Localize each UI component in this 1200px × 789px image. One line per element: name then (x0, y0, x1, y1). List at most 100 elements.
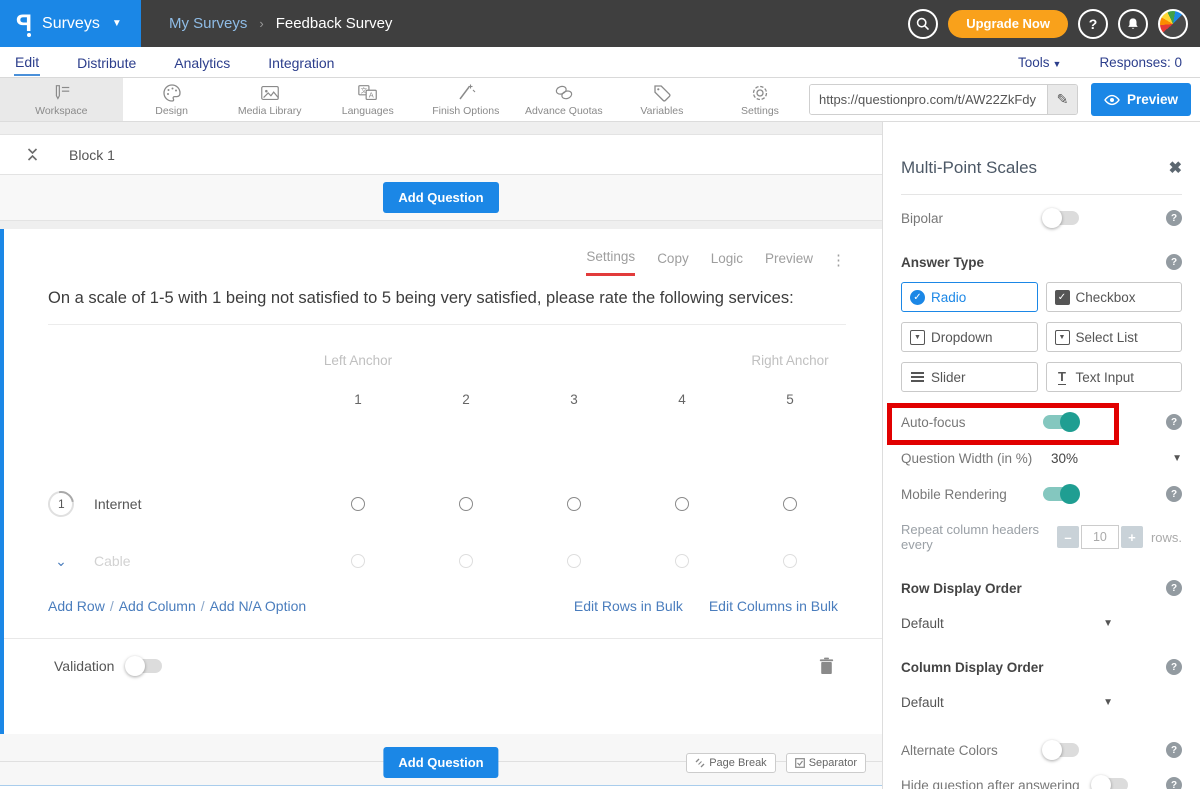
add-question-strip: Add Question (0, 175, 882, 221)
radio-icon[interactable] (351, 554, 365, 568)
edit-columns-in-bulk-link[interactable]: Edit Columns in Bulk (709, 598, 838, 614)
chevron-down-icon: ▼ (112, 18, 122, 29)
help-icon[interactable]: ? (1166, 254, 1182, 270)
radio-icon[interactable] (459, 497, 473, 511)
product-name: Surveys (42, 15, 100, 33)
column-display-order-select[interactable]: Default ▼ (901, 695, 1113, 710)
toolbar-item-media-library[interactable]: Media Library (221, 78, 319, 121)
alternate-colors-toggle[interactable] (1043, 743, 1079, 757)
row-display-order-select[interactable]: Default ▼ (901, 616, 1113, 631)
tools-menu[interactable]: Tools▼ (1018, 55, 1061, 70)
column-header[interactable]: 2 (462, 392, 470, 407)
question-width-row[interactable]: Question Width (in %) 30% ▼ (901, 451, 1182, 466)
validation-toggle[interactable] (126, 659, 162, 673)
preview-button[interactable]: Preview (1091, 83, 1191, 116)
column-header[interactable]: 1 (354, 392, 362, 407)
help-button[interactable]: ? (1078, 9, 1108, 39)
toolbar-item-finish-options[interactable]: Finish Options (417, 78, 515, 121)
radio-icon[interactable] (567, 554, 581, 568)
tab-distribute[interactable]: Distribute (76, 50, 137, 75)
toolbar-item-workspace[interactable]: Workspace (0, 78, 123, 121)
eye-icon (1104, 94, 1120, 106)
radio-icon[interactable] (783, 554, 797, 568)
editor-toolbar: Workspace Design Media Library 文A Langua… (0, 78, 1200, 122)
answer-type-select-list[interactable]: ▼Select List (1046, 322, 1183, 352)
upgrade-now-button[interactable]: Upgrade Now (948, 10, 1068, 38)
separator-button[interactable]: Separator (786, 753, 866, 773)
add-question-button-top[interactable]: Add Question (383, 182, 498, 213)
column-header[interactable]: 3 (570, 392, 578, 407)
add-na-option-link[interactable]: Add N/A Option (210, 598, 307, 614)
bipolar-toggle[interactable] (1043, 211, 1079, 225)
chevron-down-icon[interactable]: ⌄ (48, 553, 74, 570)
collapse-block-icon[interactable] (26, 147, 39, 162)
question-tab-settings[interactable]: Settings (586, 249, 635, 276)
tab-edit[interactable]: Edit (14, 49, 40, 76)
block-title[interactable]: Block 1 (69, 147, 115, 163)
help-icon[interactable]: ? (1166, 742, 1182, 758)
help-icon[interactable]: ? (1166, 580, 1182, 596)
decrement-button[interactable]: – (1057, 526, 1079, 548)
answer-type-checkbox[interactable]: ✓Checkbox (1046, 282, 1183, 312)
answer-type-slider[interactable]: Slider (901, 362, 1038, 392)
close-icon[interactable]: ✖ (1169, 158, 1182, 178)
help-icon[interactable]: ? (1166, 210, 1182, 226)
help-icon[interactable]: ? (1166, 659, 1182, 675)
responses-count[interactable]: Responses: 0 (1099, 55, 1182, 70)
edit-rows-in-bulk-link[interactable]: Edit Rows in Bulk (574, 598, 683, 614)
row-label[interactable]: Cable (94, 553, 131, 569)
help-icon[interactable]: ? (1166, 486, 1182, 502)
notifications-button[interactable] (1118, 9, 1148, 39)
radio-icon[interactable] (567, 497, 581, 511)
toolbar-item-languages[interactable]: 文A Languages (319, 78, 417, 121)
alternate-colors-row: Alternate Colors ? (901, 742, 1182, 758)
add-row-link[interactable]: Add Row (48, 598, 105, 614)
row-label[interactable]: Internet (94, 496, 141, 512)
help-icon[interactable]: ? (1166, 777, 1182, 789)
toolbar-item-variables[interactable]: Variables (613, 78, 711, 121)
radio-icon[interactable] (783, 497, 797, 511)
user-avatar[interactable] (1158, 9, 1188, 39)
question-tab-preview[interactable]: Preview (765, 251, 813, 275)
right-anchor-label[interactable]: Right Anchor (751, 353, 828, 368)
delete-question-button[interactable] (819, 657, 834, 675)
question-tab-logic[interactable]: Logic (711, 251, 743, 275)
question-more-menu-icon[interactable]: ⋮ (831, 251, 846, 275)
radio-icon[interactable] (675, 554, 689, 568)
toolbar-item-settings[interactable]: Settings (711, 78, 809, 121)
add-column-link[interactable]: Add Column (119, 598, 196, 614)
tab-integration[interactable]: Integration (267, 50, 335, 75)
radio-icon[interactable] (459, 554, 473, 568)
radio-icon[interactable] (675, 497, 689, 511)
repeat-headers-input[interactable] (1081, 525, 1119, 549)
answer-type-radio[interactable]: ✓Radio (901, 282, 1038, 312)
mobile-rendering-toggle[interactable] (1043, 487, 1079, 501)
survey-url-input[interactable] (810, 85, 1047, 114)
hide-question-toggle[interactable] (1092, 778, 1128, 789)
edit-url-button[interactable]: ✎ (1047, 85, 1077, 114)
question-tab-copy[interactable]: Copy (657, 251, 689, 275)
add-question-button-bottom[interactable]: Add Question (383, 747, 498, 778)
auto-focus-toggle[interactable] (1043, 415, 1079, 429)
answer-type-text-input[interactable]: TText Input (1046, 362, 1183, 392)
section-nav: Edit Distribute Analytics Integration To… (0, 47, 1200, 78)
bipolar-row: Bipolar ? (901, 210, 1182, 226)
radio-icon[interactable] (351, 497, 365, 511)
left-anchor-label[interactable]: Left Anchor (324, 353, 392, 368)
toolbar-item-advance-quotas[interactable]: Advance Quotas (515, 78, 613, 121)
breadcrumb-my-surveys[interactable]: My Surveys (169, 15, 247, 32)
tab-analytics[interactable]: Analytics (173, 50, 231, 75)
breadcrumb: My Surveys › Feedback Survey (169, 0, 392, 47)
help-icon[interactable]: ? (1166, 414, 1182, 430)
column-header[interactable]: 5 (786, 392, 794, 407)
answer-type-dropdown[interactable]: ▼Dropdown (901, 322, 1038, 352)
column-header[interactable]: 4 (678, 392, 686, 407)
survey-url-group: ✎ Preview (809, 78, 1200, 121)
page-break-button[interactable]: Page Break (686, 753, 775, 773)
search-button[interactable] (908, 9, 938, 39)
toolbar-item-design[interactable]: Design (123, 78, 221, 121)
repeat-headers-suffix: rows. (1151, 530, 1182, 545)
app-logo-menu[interactable]: P Surveys ▼ (0, 0, 141, 47)
increment-button[interactable]: + (1121, 526, 1143, 548)
question-text[interactable]: On a scale of 1-5 with 1 being not satis… (48, 286, 822, 312)
